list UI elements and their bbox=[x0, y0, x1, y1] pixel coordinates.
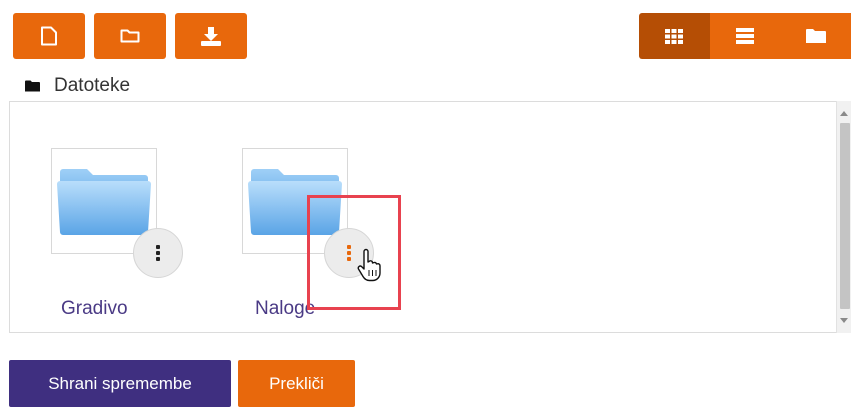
new-folder-button[interactable] bbox=[94, 13, 166, 59]
highlight-box bbox=[307, 195, 401, 310]
cancel-button[interactable]: Prekliči bbox=[238, 360, 355, 407]
file-picker: Datoteke Gradivo Naloge Shrani spremembe… bbox=[0, 0, 851, 407]
scroll-thumb[interactable] bbox=[840, 123, 850, 309]
file-icon bbox=[41, 26, 57, 46]
folder-solid-icon bbox=[805, 29, 826, 43]
save-changes-button[interactable]: Shrani spremembe bbox=[9, 360, 231, 407]
file-toolbar bbox=[13, 13, 247, 59]
view-mode-group bbox=[639, 13, 851, 59]
scroll-down-arrow-icon[interactable] bbox=[840, 318, 848, 323]
hand-cursor-icon bbox=[357, 248, 381, 282]
list-icon bbox=[736, 28, 754, 44]
icons-view-button[interactable] bbox=[639, 13, 710, 59]
kebab-dot bbox=[156, 257, 160, 261]
download-icon bbox=[201, 27, 221, 46]
folder-icon bbox=[120, 29, 140, 43]
tree-view-button[interactable] bbox=[780, 13, 851, 59]
grid-icon bbox=[665, 28, 684, 44]
breadcrumb: Datoteke bbox=[25, 75, 130, 97]
list-view-button[interactable] bbox=[709, 13, 781, 59]
kebab-dot bbox=[156, 245, 160, 249]
item-menu-button[interactable] bbox=[133, 228, 183, 278]
download-button[interactable] bbox=[175, 13, 247, 59]
folder-icon bbox=[57, 169, 151, 235]
vertical-scrollbar[interactable] bbox=[836, 101, 851, 333]
kebab-dot bbox=[156, 251, 160, 255]
file-name[interactable]: Gradivo bbox=[61, 298, 128, 320]
breadcrumb-label[interactable]: Datoteke bbox=[54, 75, 130, 97]
scroll-up-arrow-icon[interactable] bbox=[840, 111, 848, 116]
folder-solid-icon bbox=[25, 80, 40, 92]
new-file-button[interactable] bbox=[13, 13, 85, 59]
